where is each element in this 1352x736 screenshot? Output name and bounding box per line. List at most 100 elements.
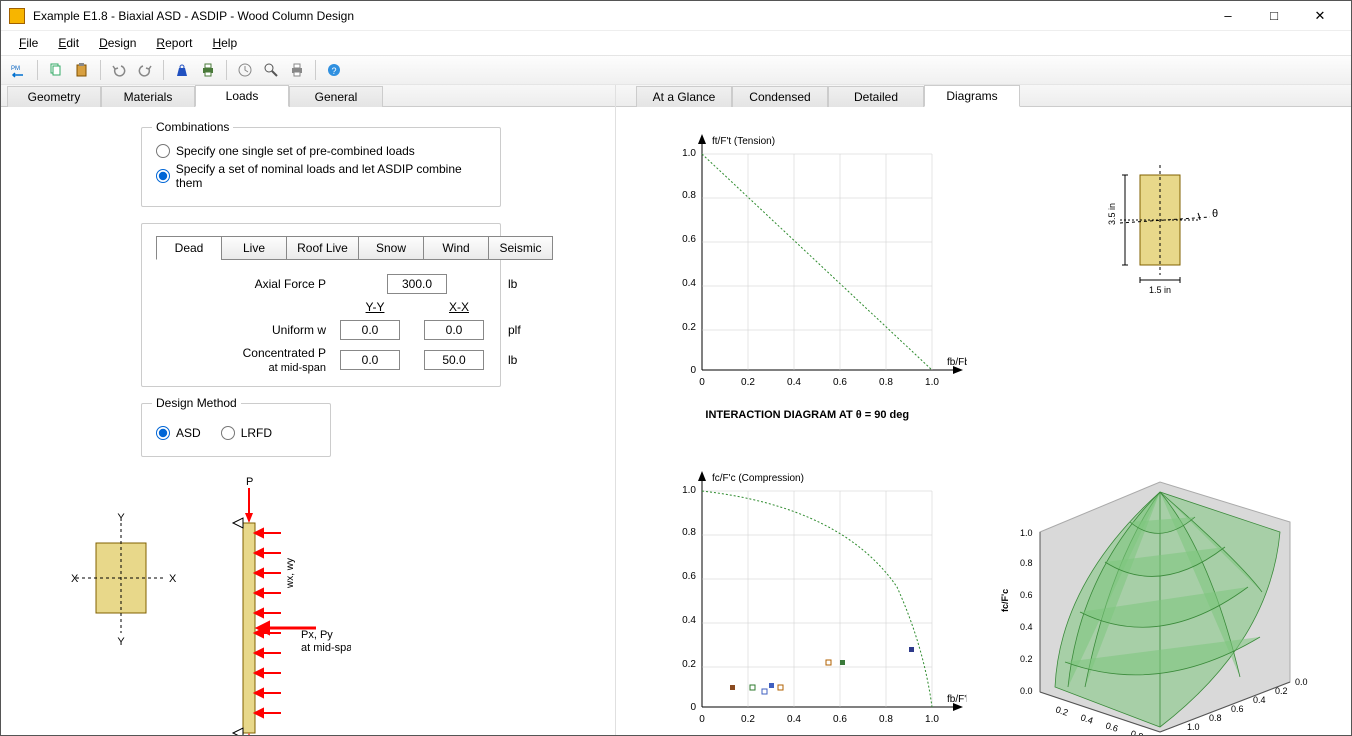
svg-text:0.4: 0.4 [1079,712,1094,725]
tab-loads[interactable]: Loads [195,85,289,107]
svg-text:0.6: 0.6 [1231,704,1244,714]
rtab-detailed[interactable]: Detailed [828,86,924,107]
svg-text:0: 0 [691,702,697,713]
uniform-yy-input[interactable] [340,320,400,340]
svg-text:Px, Py: Px, Py [301,629,333,641]
search-icon[interactable] [261,60,281,80]
app-icon [9,8,25,24]
svg-text:fb/Fb*: fb/Fb* [947,357,967,368]
svg-text:0.8: 0.8 [682,527,696,538]
svg-text:0.4: 0.4 [1020,622,1033,632]
column-load-diagram: P [221,473,351,735]
svg-text:1.0: 1.0 [925,377,939,388]
section-diagram: θ 3.5 in 1.5 in [989,125,1332,452]
svg-text:0.8: 0.8 [1129,728,1144,735]
svg-text:0.0: 0.0 [1295,677,1308,687]
print-icon[interactable] [198,60,218,80]
svg-text:0.2: 0.2 [741,714,755,725]
biaxial-chart[interactable]: 0.0 0.2 0.4 0.6 0.8 1.0 fc/F'c 0.2 0.4 0.6 0… [989,462,1332,735]
svg-text:wx, wy: wx, wy [285,558,296,589]
combo-opt2[interactable]: Specify a set of nominal loads and let A… [156,162,486,190]
svg-text:0.6: 0.6 [833,714,847,725]
svg-text:fc/F'c: fc/F'c [1000,589,1010,612]
tab-materials[interactable]: Materials [101,86,195,107]
loads-group: Dead Live Roof Live Snow Wind Seismic Ax… [141,223,501,387]
svg-text:0.4: 0.4 [1253,695,1266,705]
svg-text:0.2: 0.2 [1275,686,1288,696]
svg-text:Y: Y [117,513,125,524]
conc-unit: lb [508,353,548,367]
copy-icon[interactable] [46,60,66,80]
svg-text:1.0: 1.0 [682,485,696,496]
axial-label: Axial Force P [186,277,326,291]
minimize-button[interactable]: – [1205,1,1251,31]
loadtab-rooflive[interactable]: Roof Live [286,236,358,260]
svg-text:1.5 in: 1.5 in [1149,285,1171,295]
svg-text:P: P [246,476,253,488]
menubar: File Edit Design Report Help [1,31,1351,55]
paste-icon[interactable] [72,60,92,80]
weight-icon[interactable] [172,60,192,80]
rtab-condensed[interactable]: Condensed [732,86,828,107]
clock-icon[interactable] [235,60,255,80]
rtab-diagrams[interactable]: Diagrams [924,85,1020,107]
svg-text:0.8: 0.8 [1020,558,1033,568]
dm-asd[interactable]: ASD [156,426,201,440]
svg-text:0: 0 [691,365,697,376]
close-button[interactable]: ✕ [1297,1,1343,31]
svg-text:0.2: 0.2 [1054,704,1069,717]
svg-text:1.0: 1.0 [1020,528,1033,538]
svg-text:3.5 in: 3.5 in [1107,203,1117,225]
svg-text:0.8: 0.8 [682,190,696,201]
help-icon[interactable]: ? [324,60,344,80]
loadtab-dead[interactable]: Dead [156,236,221,260]
svg-text:0.4: 0.4 [787,714,801,725]
axial-input[interactable] [387,274,447,294]
tab-geometry[interactable]: Geometry [7,86,101,107]
svg-text:1.0: 1.0 [682,148,696,159]
tab-general[interactable]: General [289,86,383,107]
uniform-label: Uniform w [186,323,326,337]
conc-xx-input[interactable] [424,350,484,370]
compression-chart: fc/F'c (Compression) fb/F'b 0 0.2 0.4 0.6 0… [636,462,979,735]
rtab-glance[interactable]: At a Glance [636,86,732,107]
svg-text:0.6: 0.6 [833,377,847,388]
menu-file[interactable]: File [11,34,46,52]
loadtab-wind[interactable]: Wind [423,236,488,260]
menu-help[interactable]: Help [204,34,245,52]
svg-text:0.2: 0.2 [1020,654,1033,664]
svg-text:fc/F'c (Compression): fc/F'c (Compression) [712,473,804,484]
svg-text:0.0: 0.0 [1020,686,1033,696]
svg-text:X: X [71,573,79,585]
combo-opt1[interactable]: Specify one single set of pre-combined l… [156,144,486,158]
menu-design[interactable]: Design [91,34,144,52]
svg-text:0.8: 0.8 [879,714,893,725]
window-title: Example E1.8 - Biaxial ASD - ASDIP - Woo… [33,9,1205,23]
svg-text:0.2: 0.2 [682,322,696,333]
loadtab-seismic[interactable]: Seismic [488,236,553,260]
titlebar: Example E1.8 - Biaxial ASD - ASDIP - Woo… [1,1,1351,31]
svg-text:0.2: 0.2 [682,659,696,670]
menu-report[interactable]: Report [148,34,200,52]
svg-text:0.6: 0.6 [1104,720,1119,733]
tension-chart: ft/F't (Tension) fb/Fb* 00.20.4 0.60.81.… [636,125,979,452]
conc-yy-input[interactable] [340,350,400,370]
svg-text:θ: θ [1212,208,1218,220]
svg-text:ft/F't (Tension): ft/F't (Tension) [712,136,775,147]
dm-lrfd[interactable]: LRFD [221,426,272,440]
pm-back-icon[interactable]: PM [9,60,29,80]
svg-text:0: 0 [699,377,705,388]
xx-header: X-X [424,300,494,314]
design-method-group: Design Method ASD LRFD [141,403,331,457]
uniform-xx-input[interactable] [424,320,484,340]
svg-text:fb/F'b: fb/F'b [947,694,967,705]
maximize-button[interactable]: □ [1251,1,1297,31]
loadtab-snow[interactable]: Snow [358,236,423,260]
svg-text:at mid-span: at mid-span [301,642,351,654]
menu-edit[interactable]: Edit [50,34,87,52]
svg-text:0.2: 0.2 [741,377,755,388]
redo-icon[interactable] [135,60,155,80]
loadtab-live[interactable]: Live [221,236,286,260]
undo-icon[interactable] [109,60,129,80]
print2-icon[interactable] [287,60,307,80]
